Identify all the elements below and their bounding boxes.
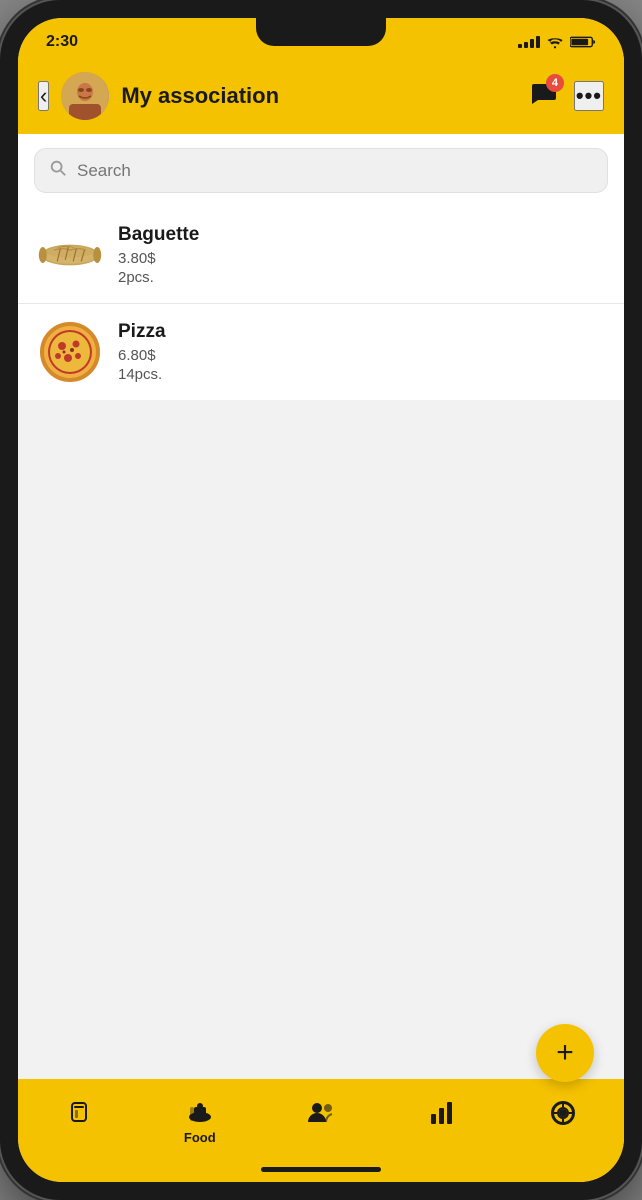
food-icon bbox=[186, 1099, 214, 1127]
wifi-icon bbox=[546, 35, 564, 49]
food-quantity-baguette: 2pcs. bbox=[118, 269, 604, 286]
back-button[interactable]: ‹ bbox=[38, 81, 49, 111]
signal-icon bbox=[518, 36, 540, 48]
nav-item-settings[interactable]: settings bbox=[503, 1100, 624, 1144]
notifications-button[interactable]: 4 bbox=[530, 80, 558, 113]
nav-item-drinks[interactable]: drinks bbox=[18, 1099, 139, 1145]
baguette-icon bbox=[38, 237, 102, 273]
search-input[interactable] bbox=[77, 161, 593, 181]
notch bbox=[256, 18, 386, 46]
status-icons bbox=[518, 35, 596, 49]
food-item-pizza[interactable]: Pizza 6.80$ 14pcs. bbox=[18, 304, 624, 400]
search-icon bbox=[49, 159, 67, 182]
status-time: 2:30 bbox=[46, 33, 78, 51]
header-title: My association bbox=[121, 83, 518, 109]
notification-badge: 4 bbox=[546, 74, 564, 92]
settings-icon bbox=[550, 1100, 576, 1126]
content-area: Baguette 3.80$ 2pcs. bbox=[18, 134, 624, 1079]
drinks-icon bbox=[66, 1099, 92, 1127]
bottom-nav: drinks Food people bbox=[18, 1079, 624, 1161]
header-actions: 4 ••• bbox=[530, 80, 604, 113]
food-image-pizza bbox=[38, 320, 102, 384]
search-bar[interactable] bbox=[34, 148, 608, 193]
food-info-baguette: Baguette 3.80$ 2pcs. bbox=[118, 224, 604, 286]
people-icon bbox=[306, 1100, 336, 1126]
nav-item-stats[interactable]: stats bbox=[382, 1100, 503, 1144]
stats-icon bbox=[429, 1100, 455, 1126]
food-price-pizza: 6.80$ bbox=[118, 347, 604, 364]
food-name-baguette: Baguette bbox=[118, 224, 604, 246]
add-button[interactable]: + bbox=[536, 1024, 594, 1082]
battery-icon bbox=[570, 35, 596, 49]
phone-screen: 2:30 ‹ bbox=[18, 18, 624, 1182]
home-indicator-bar bbox=[261, 1167, 381, 1172]
food-image-baguette bbox=[38, 223, 102, 287]
phone-frame: 2:30 ‹ bbox=[0, 0, 642, 1200]
food-name-pizza: Pizza bbox=[118, 321, 604, 343]
food-list: Baguette 3.80$ 2pcs. bbox=[18, 207, 624, 400]
food-item-baguette[interactable]: Baguette 3.80$ 2pcs. bbox=[18, 207, 624, 304]
more-button[interactable]: ••• bbox=[574, 81, 604, 111]
empty-space bbox=[18, 400, 624, 1079]
food-quantity-pizza: 14pcs. bbox=[118, 366, 604, 383]
nav-item-food[interactable]: Food bbox=[139, 1099, 260, 1145]
nav-item-people[interactable]: people bbox=[260, 1100, 381, 1144]
food-price-baguette: 3.80$ bbox=[118, 250, 604, 267]
search-container bbox=[18, 134, 624, 207]
food-info-pizza: Pizza 6.80$ 14pcs. bbox=[118, 321, 604, 383]
nav-label-food: Food bbox=[184, 1130, 216, 1145]
home-indicator bbox=[18, 1161, 624, 1182]
pizza-icon bbox=[40, 322, 100, 382]
avatar bbox=[61, 72, 109, 120]
header: ‹ My association 4 bbox=[18, 62, 624, 134]
